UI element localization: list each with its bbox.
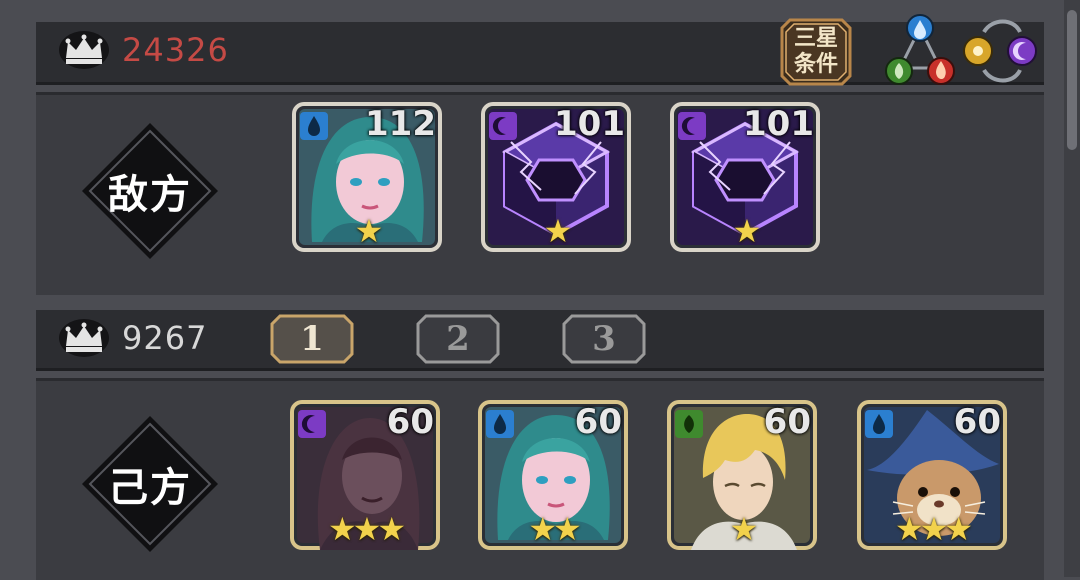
water-icon: [865, 410, 893, 438]
team-tab-3[interactable]: 3: [562, 314, 646, 364]
enemy-power-value: 24326: [122, 31, 229, 69]
moon-icon: [678, 112, 706, 140]
unit-stars: ★★★: [327, 510, 406, 548]
team-tab-2[interactable]: 2: [416, 314, 500, 364]
unit-level: 101: [743, 104, 814, 144]
player-unit-card[interactable]: 60 ★★★: [290, 400, 440, 550]
unit-level: 60: [386, 402, 434, 442]
player-power: 9267: [58, 318, 207, 358]
unit-level: 60: [953, 402, 1001, 442]
unit-stars: ★: [729, 510, 759, 548]
player-unit-card[interactable]: 60 ★: [667, 400, 817, 550]
crown-icon: [59, 319, 109, 357]
player-power-value: 9267: [122, 319, 208, 357]
element-cycle-water-nature-fire[interactable]: [884, 14, 956, 88]
unit-level: 112: [365, 104, 436, 144]
enemy-power: 24326: [58, 30, 229, 70]
unit-level: 101: [554, 104, 625, 144]
unit-stars: ★: [354, 212, 384, 250]
unit-stars: ★: [543, 212, 573, 250]
scrollbar[interactable]: [1064, 0, 1080, 577]
nature-icon: [675, 410, 703, 438]
unit-level: 60: [763, 402, 811, 442]
enemy-unit-card[interactable]: 101 ★: [670, 102, 820, 252]
enemy-unit-card[interactable]: 101 ★: [481, 102, 631, 252]
enemy-side-label: 敌方: [80, 121, 220, 261]
unit-stars: ★★★: [894, 510, 973, 548]
moon-icon: [489, 112, 517, 140]
three-star-conditions-button[interactable]: 三星 条件: [776, 14, 856, 90]
unit-stars: ★★: [528, 510, 581, 548]
crown-icon: [59, 31, 109, 69]
element-cycle-sun-moon[interactable]: [962, 14, 1038, 88]
moon-icon: [298, 410, 326, 438]
enemy-unit-card[interactable]: 112 ★: [292, 102, 442, 252]
team-tab-label: 1: [300, 319, 324, 359]
team-tab-label: 3: [592, 319, 616, 359]
team-tab-1[interactable]: 1: [270, 314, 354, 364]
unit-level: 60: [574, 402, 622, 442]
three-star-label-line2: 条件: [793, 52, 838, 77]
moon-icon: [1007, 36, 1037, 66]
player-side-label: 己方: [80, 414, 220, 554]
team-tab-label: 2: [446, 319, 470, 359]
player-unit-card[interactable]: 60 ★★★: [857, 400, 1007, 550]
player-unit-card[interactable]: 60 ★★: [478, 400, 628, 550]
unit-stars: ★: [732, 212, 762, 250]
player-side-text: 己方: [108, 465, 192, 511]
three-star-label-line1: 三星: [793, 26, 838, 51]
water-icon: [486, 410, 514, 438]
enemy-side-text: 敌方: [108, 172, 192, 218]
water-icon: [300, 112, 328, 140]
scrollbar-thumb[interactable]: [1067, 10, 1077, 150]
